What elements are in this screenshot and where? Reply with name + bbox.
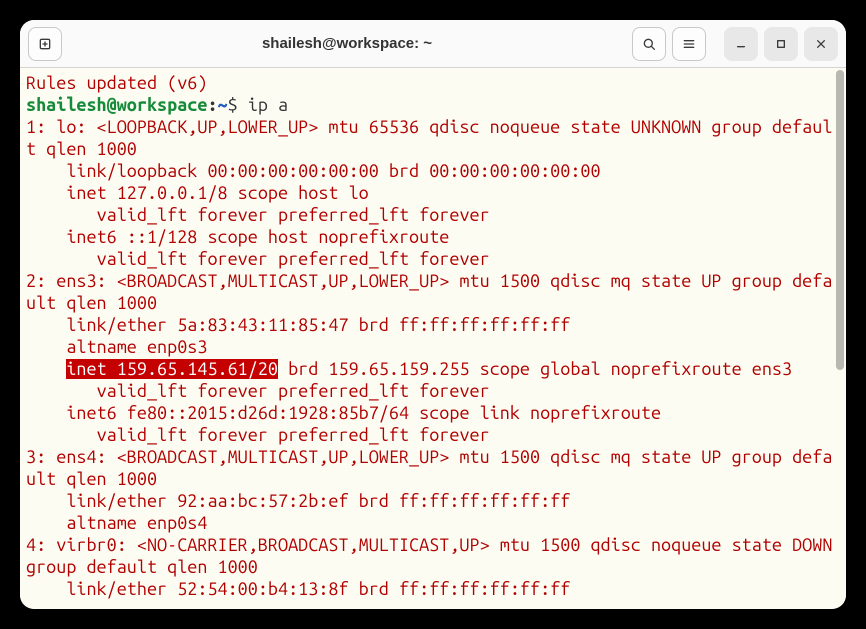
window-title: shailesh@workspace: ~ <box>68 35 626 52</box>
output-line: valid_lft forever preferred_lft forever <box>26 381 490 401</box>
terminal-window: shailesh@workspace: ~ Rules updated (v6)… <box>20 20 846 609</box>
command-text: ip a <box>248 95 288 115</box>
search-button[interactable] <box>632 27 666 61</box>
output-line: altname enp0s4 <box>26 513 207 533</box>
terminal-body[interactable]: Rules updated (v6) shailesh@workspace:~$… <box>20 68 846 609</box>
output-line: link/loopback 00:00:00:00:00:00 brd 00:0… <box>26 161 601 181</box>
output-line: valid_lft forever preferred_lft forever <box>26 205 490 225</box>
output-line: inet6 ::1/128 scope host noprefixroute <box>26 227 449 247</box>
maximize-button[interactable] <box>764 27 798 61</box>
output-line <box>26 359 66 379</box>
output-line: brd 159.65.159.255 scope global noprefix… <box>278 359 792 379</box>
output-line: 1: lo: <LOOPBACK,UP,LOWER_UP> mtu 65536 … <box>26 117 832 159</box>
output-line: valid_lft forever preferred_lft forever <box>26 425 490 445</box>
prompt-colon: : <box>207 95 217 115</box>
scrollbar[interactable] <box>835 68 845 606</box>
output-line: valid_lft forever preferred_lft forever <box>26 249 490 269</box>
output-line: 3: ens4: <BROADCAST,MULTICAST,UP,LOWER_U… <box>26 447 832 489</box>
prompt-userhost: shailesh@workspace <box>26 95 207 115</box>
output-line: inet 127.0.0.1/8 scope host lo <box>26 183 369 203</box>
scrollbar-thumb[interactable] <box>836 70 844 370</box>
output-line: link/ether 92:aa:bc:57:2b:ef brd ff:ff:f… <box>26 491 570 511</box>
output-line: 2: ens3: <BROADCAST,MULTICAST,UP,LOWER_U… <box>26 271 832 313</box>
output-line: altname enp0s3 <box>26 337 207 357</box>
titlebar: shailesh@workspace: ~ <box>20 20 846 68</box>
close-button[interactable] <box>804 27 838 61</box>
output-line: Rules updated (v6) <box>26 73 207 93</box>
prompt-path: ~ <box>218 95 228 115</box>
menu-button[interactable] <box>672 27 706 61</box>
output-line: link/ether 52:54:00:b4:13:8f brd ff:ff:f… <box>26 579 570 599</box>
output-line: 4: virbr0: <NO-CARRIER,BROADCAST,MULTICA… <box>26 535 843 577</box>
output-line: inet6 fe80::2015:d26d:1928:85b7/64 scope… <box>26 403 661 423</box>
output-line: link/ether 5a:83:43:11:85:47 brd ff:ff:f… <box>26 315 570 335</box>
highlighted-ip: inet 159.65.145.61/20 <box>66 359 278 379</box>
minimize-button[interactable] <box>724 27 758 61</box>
new-tab-button[interactable] <box>28 27 62 61</box>
prompt-dollar: $ <box>228 95 248 115</box>
